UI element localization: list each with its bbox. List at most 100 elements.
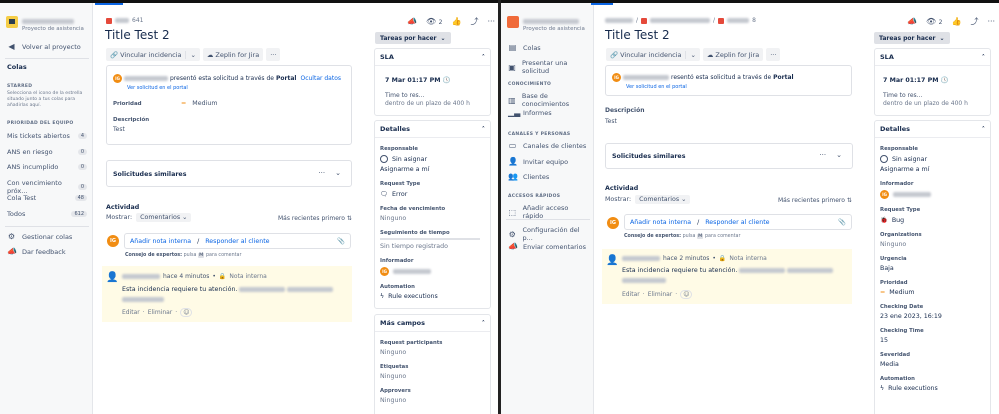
breadcrumb-item[interactable] bbox=[650, 18, 711, 23]
checking-time-value[interactable]: 15 bbox=[880, 337, 985, 344]
request-type-field[interactable]: 🗨 Error bbox=[380, 190, 485, 199]
description-value[interactable]: Test bbox=[113, 126, 125, 133]
issue-title[interactable]: Title Test 2 bbox=[605, 28, 670, 42]
add-reaction-icon[interactable]: ☺ bbox=[180, 308, 193, 317]
add-reaction-icon[interactable]: ☺ bbox=[680, 290, 693, 299]
zeplin-button[interactable]: ☁ Zeplin for Jira bbox=[202, 48, 264, 61]
similar-requests-card[interactable]: Solicitudes similares ··· ⌄ bbox=[106, 160, 352, 187]
more-actions-button[interactable]: ··· bbox=[766, 48, 781, 61]
request-type-field[interactable]: 🐞 Bug bbox=[880, 216, 985, 225]
assign-to-me-link[interactable]: Asignarme a mí bbox=[380, 166, 485, 173]
share-icon[interactable]: ⤴ bbox=[970, 16, 978, 27]
severity-value[interactable]: Media bbox=[880, 361, 985, 368]
sort-toggle[interactable]: Más recientes primero ⇅ bbox=[778, 197, 852, 204]
organizations-value[interactable]: Ninguno bbox=[880, 241, 985, 248]
more-icon[interactable]: ··· bbox=[487, 17, 495, 26]
edit-comment[interactable]: Editar bbox=[122, 309, 140, 316]
more-icon[interactable]: ··· bbox=[819, 151, 826, 159]
give-feedback[interactable]: 📣 Dar feedback bbox=[7, 247, 87, 256]
queue-item[interactable]: Todos 612 bbox=[7, 210, 87, 218]
attachment-icon[interactable]: 📎 bbox=[838, 218, 846, 226]
like-icon[interactable]: 👍 bbox=[952, 17, 962, 26]
assign-to-me-link[interactable]: Asignarme a mí bbox=[880, 166, 985, 173]
reply-customer-link[interactable]: Responder al cliente bbox=[705, 219, 769, 226]
queue-item[interactable]: ANS incumplido 0 bbox=[7, 163, 87, 171]
link-issue-button[interactable]: 🔗 Vincular incidencia ⌄ bbox=[606, 48, 700, 61]
project-name[interactable] bbox=[22, 17, 74, 25]
sort-toggle[interactable]: Más recientes primero ⇅ bbox=[278, 215, 352, 222]
like-icon[interactable]: 👍 bbox=[452, 17, 462, 26]
chevron-up-icon[interactable]: ˄ bbox=[482, 319, 485, 327]
delete-comment[interactable]: Eliminar bbox=[148, 309, 173, 316]
zeplin-button[interactable]: ☁ Zeplin for Jira bbox=[702, 48, 764, 61]
reply-customer-link[interactable]: Responder al cliente bbox=[205, 238, 269, 245]
reporter-field[interactable]: IG bbox=[880, 190, 985, 199]
chevron-up-icon[interactable]: ˄ bbox=[482, 125, 485, 133]
status-dropdown[interactable]: Tareas por hacer ⌄ bbox=[375, 32, 451, 44]
chevron-down-icon[interactable]: ⌄ bbox=[185, 50, 196, 59]
megaphone-icon[interactable]: 📣 bbox=[907, 17, 917, 26]
watchers-button[interactable]: 👁 2 bbox=[426, 17, 443, 26]
add-internal-note-link[interactable]: Añadir nota interna bbox=[130, 238, 191, 245]
assignee-field[interactable]: Sin asignar bbox=[880, 155, 985, 163]
status-dropdown[interactable]: Tareas por hacer ⌄ bbox=[874, 32, 950, 44]
chevron-down-icon[interactable]: ⌄ bbox=[836, 151, 842, 159]
queue-item[interactable]: Con vencimiento próx... 0 bbox=[7, 179, 87, 195]
rule-executions[interactable]: ϟ Rule executions bbox=[880, 385, 985, 392]
watchers-button[interactable]: 👁 2 bbox=[926, 17, 943, 26]
manage-queues[interactable]: ⚙ Gestionar colas bbox=[7, 232, 87, 241]
reporter-field[interactable]: IG bbox=[380, 267, 485, 276]
queue-item[interactable]: ANS en riesgo 0 bbox=[7, 148, 87, 156]
similar-requests-card[interactable]: Solicitudes similares ··· ⌄ bbox=[605, 143, 853, 169]
share-icon[interactable]: ⤴ bbox=[470, 16, 478, 27]
view-portal-link[interactable]: Ver solicitud en el portal bbox=[127, 85, 188, 91]
description-value[interactable]: Test bbox=[605, 118, 617, 125]
chevron-down-icon[interactable]: ⌄ bbox=[335, 169, 341, 177]
show-filter-dropdown[interactable]: Comentarios ⌄ bbox=[136, 213, 192, 222]
rule-executions[interactable]: ϟ Rule executions bbox=[380, 293, 485, 300]
breadcrumb-item[interactable] bbox=[605, 18, 633, 23]
participants-value[interactable]: Ninguno bbox=[380, 349, 485, 356]
edit-comment[interactable]: Editar bbox=[622, 291, 640, 298]
approvers-value[interactable]: Ninguno bbox=[380, 397, 485, 404]
issue-key-number[interactable]: 8 bbox=[752, 17, 756, 24]
nav-customer-channels[interactable]: ▭ Canales de clientes bbox=[508, 141, 588, 150]
attachment-icon[interactable]: 📎 bbox=[337, 237, 345, 245]
comment-box[interactable]: Añadir nota interna / Responder al cliente… bbox=[124, 233, 351, 249]
nav-send-feedback[interactable]: 📣 Enviar comentarios bbox=[508, 242, 588, 251]
queue-item[interactable]: Mis tickets abiertos 4 bbox=[7, 132, 87, 140]
checking-date-value[interactable]: 23 ene 2023, 16:19 bbox=[880, 313, 985, 320]
nav-knowledge-base[interactable]: ▥ Base de conocimientos bbox=[508, 92, 588, 108]
comment-box[interactable]: Añadir nota interna / Responder al cliente… bbox=[624, 214, 852, 230]
issue-title[interactable]: Title Test 2 bbox=[105, 28, 170, 42]
hide-details-link[interactable]: Ocultar datos bbox=[300, 75, 341, 82]
project-name[interactable] bbox=[523, 17, 579, 25]
labels-value[interactable]: Ninguno bbox=[380, 373, 485, 380]
queue-item[interactable]: Cola Test 48 bbox=[7, 194, 87, 202]
nav-add-shortcut[interactable]: ⬚ Añadir acceso rápido bbox=[508, 204, 588, 220]
show-filter-dropdown[interactable]: Comentarios ⌄ bbox=[635, 195, 691, 204]
back-to-project[interactable]: ◀ Volver al proyecto bbox=[7, 42, 87, 51]
chevron-down-icon[interactable]: ⌄ bbox=[685, 50, 696, 59]
nav-customers[interactable]: 👥 Clientes bbox=[508, 172, 588, 181]
chevron-up-icon[interactable]: ˄ bbox=[982, 53, 985, 61]
urgency-value[interactable]: Baja bbox=[880, 265, 985, 272]
chevron-up-icon[interactable]: ˄ bbox=[482, 53, 485, 61]
delete-comment[interactable]: Eliminar bbox=[648, 291, 673, 298]
time-tracking-value[interactable]: Sin tiempo registrado bbox=[380, 243, 485, 250]
due-date-value[interactable]: Ninguno bbox=[380, 215, 485, 222]
issue-key[interactable]: 641 bbox=[106, 17, 143, 24]
nav-submit-request[interactable]: ▣ Presentar una solicitud bbox=[508, 59, 588, 75]
more-icon[interactable]: ··· bbox=[987, 17, 995, 26]
chevron-up-icon[interactable]: ˄ bbox=[982, 125, 985, 133]
view-portal-link[interactable]: Ver solicitud en el portal bbox=[626, 84, 687, 90]
more-icon[interactable]: ··· bbox=[318, 169, 325, 177]
assignee-field[interactable]: Sin asignar bbox=[380, 155, 485, 163]
priority-field[interactable]: = Medium bbox=[880, 289, 985, 296]
nav-queues[interactable]: ▤ Colas bbox=[508, 43, 588, 52]
more-actions-button[interactable]: ··· bbox=[266, 48, 281, 61]
link-issue-button[interactable]: 🔗 Vincular incidencia ⌄ bbox=[106, 48, 200, 61]
nav-project-settings[interactable]: ⚙ Configuración del p... bbox=[508, 226, 588, 242]
nav-invite-team[interactable]: 👤 Invitar equipo bbox=[508, 157, 588, 166]
megaphone-icon[interactable]: 📣 bbox=[407, 17, 417, 26]
